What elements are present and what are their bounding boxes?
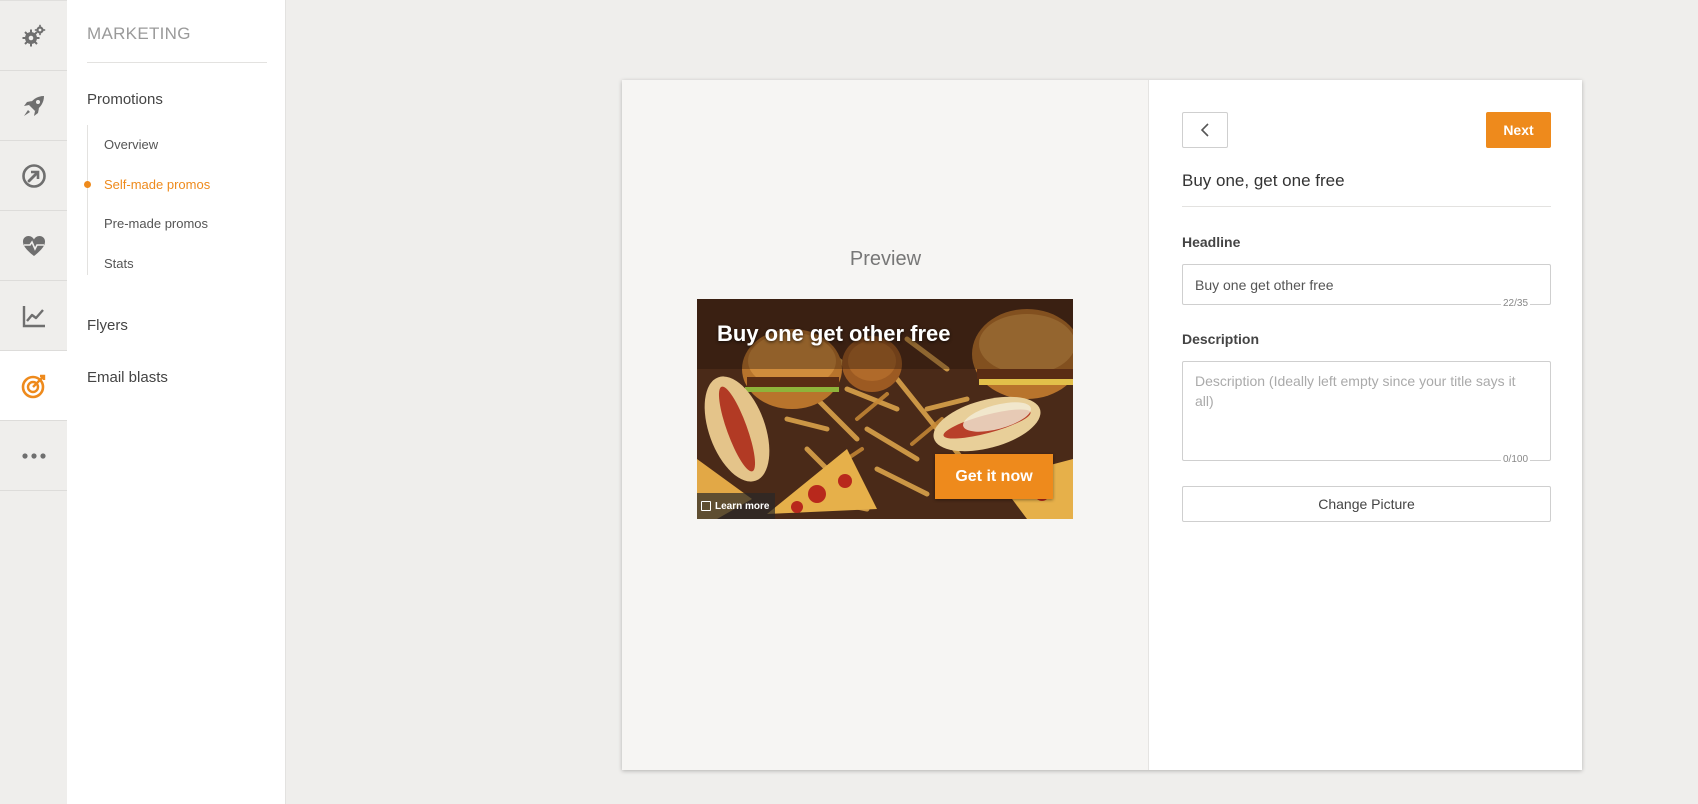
sidebar-subitem-self-made-promos[interactable]: Self-made promos	[104, 177, 210, 192]
rail-item-launch[interactable]	[0, 71, 67, 141]
promo-headline: Buy one get other free	[717, 321, 951, 346]
image-icon	[701, 501, 711, 511]
sidebar-item-email-blasts[interactable]: Email blasts	[87, 369, 168, 386]
sidebar-item-promotions[interactable]: Promotions	[87, 91, 163, 108]
headline-input[interactable]	[1182, 264, 1551, 305]
promo-cta-button[interactable]: Get it now	[935, 454, 1053, 499]
rail-item-settings[interactable]	[0, 1, 67, 71]
line-chart-icon	[22, 305, 45, 327]
learn-more-label: Learn more	[715, 500, 770, 512]
learn-more-link[interactable]: Learn more	[697, 493, 776, 519]
promo-preview-image: Buy one get other free Get it now Learn …	[697, 299, 1073, 519]
circle-arrow-icon	[21, 163, 46, 188]
sidebar-item-flyers[interactable]: Flyers	[87, 317, 128, 334]
headline-label: Headline	[1182, 234, 1241, 250]
gears-icon	[22, 24, 45, 46]
target-icon	[21, 374, 45, 398]
description-textarea[interactable]	[1182, 361, 1551, 461]
rail-item-stats[interactable]	[0, 281, 67, 351]
sidebar-subitem-pre-made-promos[interactable]: Pre-made promos	[104, 216, 208, 231]
next-button[interactable]: Next	[1486, 112, 1551, 148]
promo-title: Buy one, get one free	[1182, 171, 1345, 190]
promo-form: Next Buy one, get one free Headline 22/3…	[1150, 80, 1582, 770]
promo-editor-card: Preview Buy one get other free Get it no…	[622, 80, 1582, 770]
form-divider	[1182, 206, 1551, 207]
rail-item-growth[interactable]	[0, 141, 67, 211]
sidebar-subitem-overview[interactable]: Overview	[104, 137, 158, 152]
promotions-submenu: Overview Self-made promos Pre-made promo…	[84, 125, 267, 275]
sidebar-title: MARKETING	[87, 24, 191, 43]
back-button[interactable]	[1182, 112, 1228, 148]
description-char-counter: 0/100	[1501, 454, 1531, 465]
rocket-icon	[23, 95, 44, 116]
active-indicator-dot	[84, 181, 91, 188]
sidebar-subitem-stats[interactable]: Stats	[104, 256, 134, 271]
preview-label: Preview	[849, 248, 922, 270]
change-picture-button[interactable]: Change Picture	[1182, 486, 1551, 522]
icon-rail	[0, 0, 67, 804]
rail-item-more[interactable]	[0, 421, 67, 491]
rail-item-health[interactable]	[0, 211, 67, 281]
rail-item-marketing[interactable]	[0, 351, 67, 421]
preview-pane: Preview Buy one get other free Get it no…	[622, 80, 1149, 770]
heart-pulse-icon	[22, 235, 45, 256]
description-label: Description	[1182, 331, 1260, 347]
marketing-sidebar: MARKETING Promotions Overview Self-made …	[67, 0, 286, 804]
more-dots-icon	[21, 452, 46, 459]
headline-char-counter: 22/35	[1501, 298, 1531, 309]
chevron-left-icon	[1200, 123, 1209, 137]
sidebar-divider	[87, 62, 267, 63]
